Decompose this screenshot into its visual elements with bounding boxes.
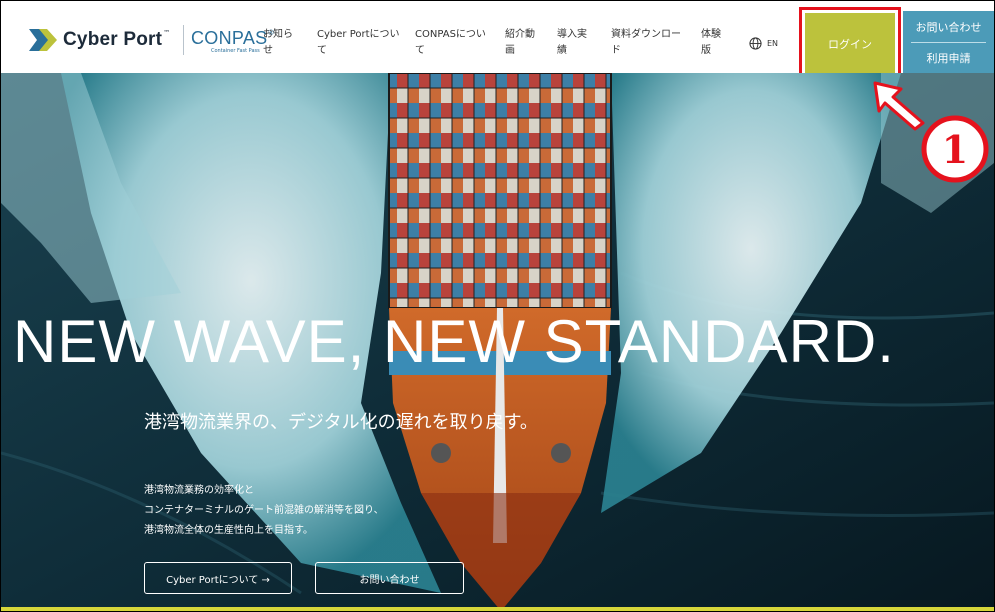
nav-downloads-label-2: ド xyxy=(611,45,621,56)
hero-description-line-3: 港湾物流全体の生産性向上を目指す。 xyxy=(144,525,313,536)
language-switch[interactable]: EN xyxy=(767,37,778,50)
nav-about-cyber-port-label-2: て xyxy=(317,45,327,56)
bottom-accent-bar xyxy=(1,607,994,611)
nav-news-label: お知ら xyxy=(263,29,293,40)
step-number-badge: 1 xyxy=(921,115,989,183)
apply-button[interactable]: 利用申請 xyxy=(903,43,994,73)
logo-text: Cyber Port xyxy=(63,29,163,50)
nav-case-studies-label-2: 績 xyxy=(557,45,567,56)
nav-about-conpas-label-2: て xyxy=(415,45,425,56)
globe-icon[interactable] xyxy=(749,37,762,50)
login-button[interactable]: ログイン xyxy=(805,13,895,75)
logo-trademark: ™ xyxy=(163,29,171,37)
nav-news-label-2: せ xyxy=(263,45,273,56)
hero-contact-button[interactable]: お問い合わせ xyxy=(315,562,464,594)
nav-intro-video-label: 紹介動 xyxy=(505,29,535,40)
nav-about-cyber-port-label: Cyber Portについ xyxy=(317,29,400,40)
contact-button[interactable]: お問い合わせ xyxy=(903,11,994,42)
nav-trial-label: 体験 xyxy=(701,29,721,40)
nav-about-conpas[interactable]: CONPASについ て xyxy=(415,27,486,59)
nav-trial-label-2: 版 xyxy=(701,45,711,56)
hero-headline: NEW WAVE, NEW STANDARD. xyxy=(13,308,895,375)
hero-description: 港湾物流業務の効率化と コンテナターミナルのゲート前混雑の解消等を図り、 港湾物… xyxy=(144,481,384,541)
nav-downloads-label: 資料ダウンロー xyxy=(611,29,681,40)
conpas-logo-text: CONPAS xyxy=(191,28,268,48)
svg-text:1: 1 xyxy=(942,127,968,172)
conpas-logo[interactable]: CONPAS® Container Fast Pass xyxy=(191,28,274,54)
site-header: Cyber Port ™ CONPAS® Container Fast Pass… xyxy=(1,1,994,81)
nav-intro-video[interactable]: 紹介動 画 xyxy=(505,27,535,59)
nav-trial[interactable]: 体験 版 xyxy=(701,27,721,59)
nav-news[interactable]: お知ら せ xyxy=(263,27,293,59)
nav-about-cyber-port[interactable]: Cyber Portについ て xyxy=(317,27,400,59)
hero-section: NEW WAVE, NEW STANDARD. 港湾物流業界の、デジタル化の遅れ… xyxy=(1,73,994,611)
contact-apply-panel: お問い合わせ 利用申請 xyxy=(903,11,994,73)
browser-viewport: Cyber Port ™ CONPAS® Container Fast Pass… xyxy=(0,0,995,612)
logo-divider xyxy=(183,25,184,55)
nav-intro-video-label-2: 画 xyxy=(505,45,515,56)
cyber-port-logo-icon xyxy=(29,29,57,51)
nav-case-studies[interactable]: 導入実 績 xyxy=(557,27,587,59)
hero-description-line-1: 港湾物流業務の効率化と xyxy=(144,485,254,496)
hero-subheadline: 港湾物流業界の、デジタル化の遅れを取り戻す。 xyxy=(144,412,538,433)
about-cyber-port-button[interactable]: Cyber Portについて → xyxy=(144,562,292,594)
conpas-subtitle: Container Fast Pass xyxy=(211,48,260,54)
login-highlight-box: ログイン xyxy=(799,7,901,81)
nav-case-studies-label: 導入実 xyxy=(557,29,587,40)
hero-description-line-2: コンテナターミナルのゲート前混雑の解消等を図り、 xyxy=(144,505,384,516)
nav-downloads[interactable]: 資料ダウンロー ド xyxy=(611,27,681,59)
nav-about-conpas-label: CONPASについ xyxy=(415,29,486,40)
cyber-port-logo[interactable]: Cyber Port ™ xyxy=(29,27,170,53)
